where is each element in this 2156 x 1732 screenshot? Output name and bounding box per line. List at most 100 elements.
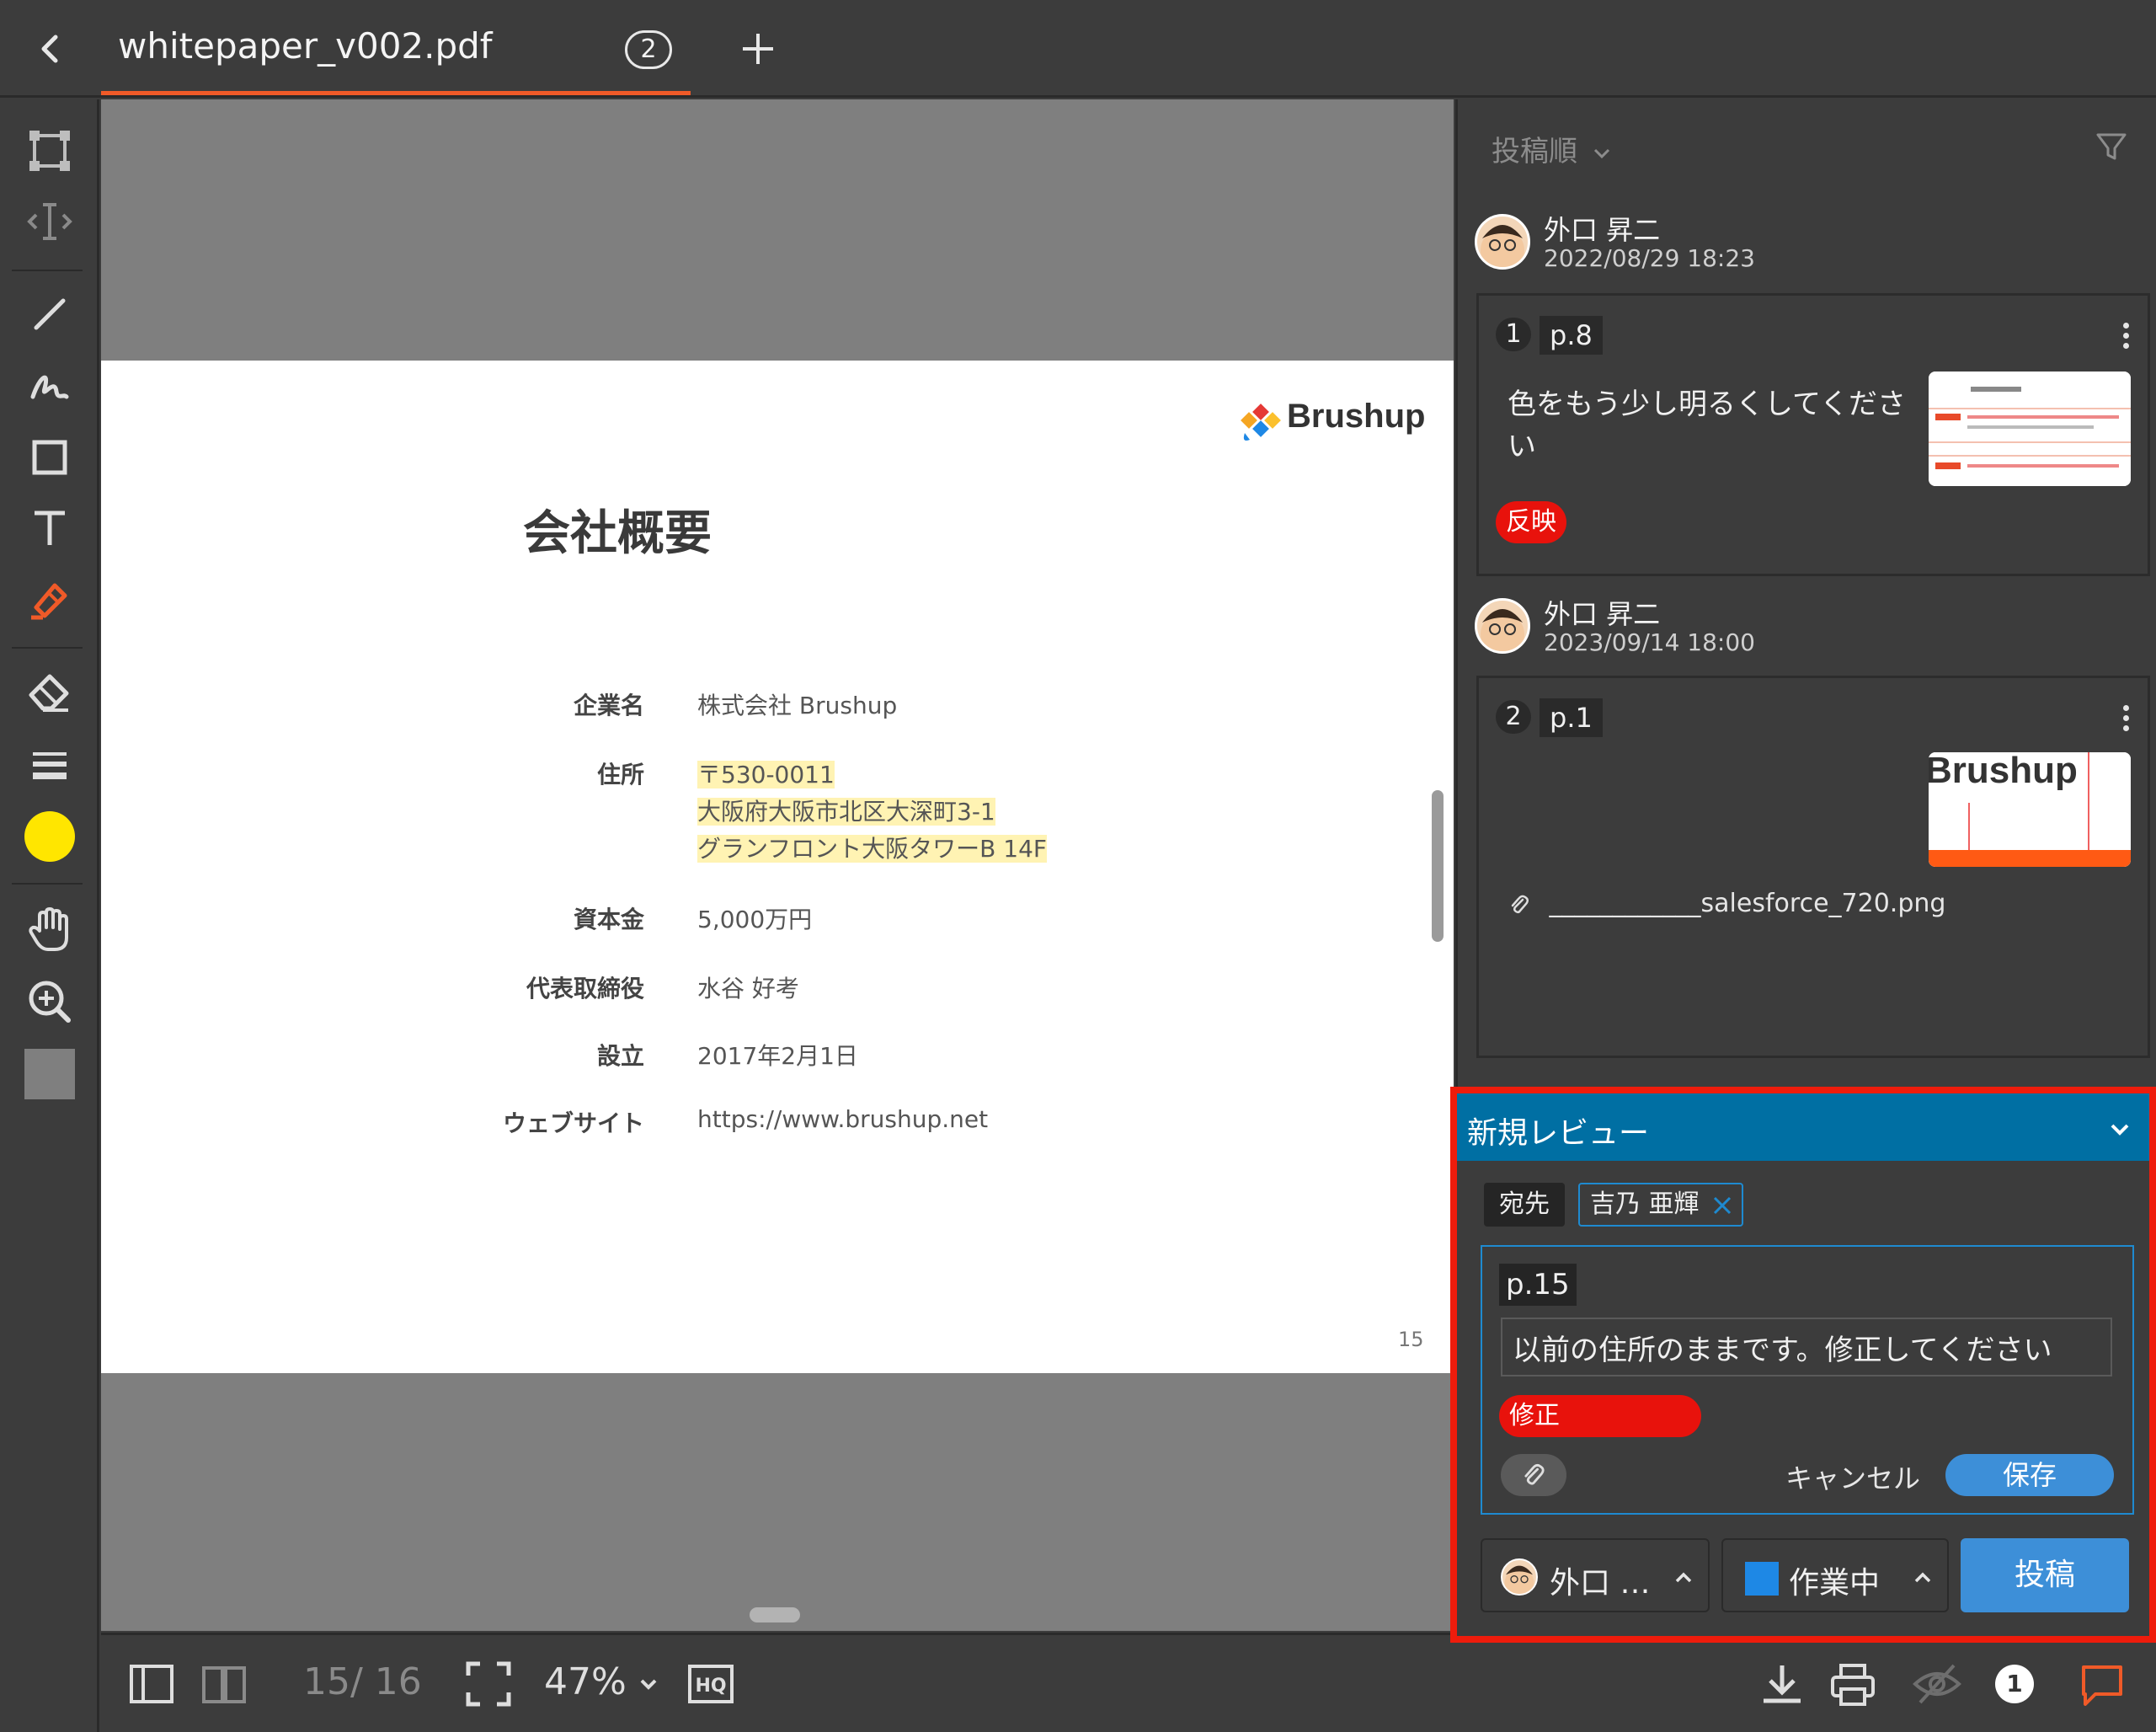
hq-label: HQ [695,1676,726,1697]
avatar [1475,214,1530,270]
text-tool-icon[interactable] [20,499,79,558]
brushup-logo: Brushup [1238,394,1426,445]
line-tool-icon[interactable] [20,285,79,344]
review-page-badge[interactable]: p.15 [1499,1264,1577,1306]
paperclip-icon [1511,895,1529,913]
info-label: 資本金 [573,906,644,933]
add-tab-icon[interactable] [734,25,782,72]
vertical-scrollbar[interactable] [1432,790,1444,942]
zoom-level[interactable]: 47% [544,1660,627,1703]
notification-count: 1 [2006,1670,2022,1697]
review-status-select[interactable]: 修正 [1499,1395,1701,1437]
info-label: 住所 [596,761,644,788]
hand-pan-icon[interactable] [20,900,79,959]
attachment-link[interactable]: ____________salesforce_720.png [1508,889,1945,918]
attachment-filename: ____________salesforce_720.png [1549,889,1946,918]
eraser-icon[interactable] [20,662,79,721]
comment-thumbnail[interactable] [1929,372,2131,486]
chevron-down-icon[interactable] [632,1659,665,1709]
back-icon[interactable] [25,24,76,74]
document-viewer[interactable]: Brushup 会社概要 企業名 株式会社 Brushup 住所 〒530-00… [101,99,1454,1631]
toolbar-divider [12,270,83,271]
comment-thumbnail[interactable]: Brushup [1929,752,2131,867]
more-options-icon[interactable] [2121,323,2131,353]
page-number: 15 [1398,1328,1424,1351]
toolbar-divider [12,647,83,649]
cancel-button[interactable]: キャンセル [1785,1457,1920,1496]
avatar [1475,598,1530,654]
author-select-label: 外口 … [1550,1566,1651,1601]
logo-wordmark: Brushup [1287,398,1426,435]
work-state-select[interactable]: 作業中 [1721,1538,1949,1612]
post-button[interactable]: 投稿 [1961,1538,2129,1612]
review-header[interactable]: 新規レビュー [1457,1093,2149,1161]
stroke-width-icon[interactable] [20,735,79,794]
print-icon[interactable] [1828,1659,1878,1709]
sort-label: 投稿順 [1492,135,1577,168]
info-value: https://www.brushup.net [697,1105,989,1133]
avatar [1501,1558,1538,1596]
recipient-chip[interactable]: 吉乃 亜輝 [1578,1183,1743,1227]
spread-view-icon[interactable] [199,1659,249,1709]
comment-number: 2 [1496,700,1531,734]
freehand-pen-icon[interactable] [20,355,79,414]
fullscreen-icon[interactable] [463,1659,514,1709]
recipient-label: 宛先 [1484,1183,1565,1227]
rectangle-tool-icon[interactable] [20,428,79,487]
info-label: 代表取締役 [526,975,644,1002]
pen-color-swatch[interactable] [20,807,79,866]
highlighted-text[interactable]: グランフロント大阪タワーB 14F [697,835,1048,863]
pdf-page[interactable]: Brushup 会社概要 企業名 株式会社 Brushup 住所 〒530-00… [101,361,1454,1373]
comment-text: 色をもう少し明るくしてください [1508,388,1906,463]
document-tab[interactable]: whitepaper_v002.pdf 2 [101,0,691,96]
thumbnail-text: Brushup [1929,752,2078,791]
highlighter-icon[interactable] [20,569,79,628]
tab-title: whitepaper_v002.pdf [118,25,493,67]
recipient-name: 吉乃 亜輝 [1590,1189,1700,1219]
text-select-icon[interactable] [20,192,79,251]
attach-file-button[interactable] [1501,1454,1566,1496]
highlighted-text[interactable]: 〒530-0011 [697,761,835,788]
chevron-up-icon [1675,1572,1692,1583]
sort-dropdown[interactable]: 投稿順 [1492,128,1612,169]
review-comment-input[interactable] [1501,1318,2112,1377]
review-editor: p.15 修正 キャンセル 保存 [1481,1245,2134,1515]
select-area-icon[interactable] [20,121,79,180]
hq-toggle-icon[interactable]: HQ [686,1659,736,1709]
comment-page[interactable]: p.8 [1540,316,1603,355]
comment-date: 2023/09/14 18:00 [1544,628,1755,656]
highlighted-text[interactable]: 大阪府大阪市北区大深町3-1 [697,798,995,826]
download-icon[interactable] [1757,1659,1807,1709]
pan-handle[interactable] [750,1607,800,1622]
info-label: 企業名 [573,692,644,719]
comment-card[interactable]: 1 p.8 色をもう少し明るくしてください 反映 [1476,293,2150,576]
zoom-in-icon[interactable] [20,972,79,1031]
more-options-icon[interactable] [2121,705,2131,735]
comment-date: 2022/08/29 18:23 [1544,244,1755,272]
tab-version-badge: 2 [625,30,672,69]
page-background-swatch[interactable] [20,1045,79,1104]
info-label: ウェブサイト [502,1109,644,1137]
tab-active-indicator [101,91,691,95]
comment-author: 外口 昇二 2023/09/14 18:00 [1475,598,2132,674]
save-button[interactable]: 保存 [1945,1454,2114,1496]
comment-page[interactable]: p.1 [1540,698,1603,737]
notification-badge[interactable]: 1 [1989,1659,2040,1709]
comment-card[interactable]: 2 p.1 Brushup ____________salesforce_720… [1476,676,2150,1058]
filter-icon[interactable] [2095,130,2128,163]
state-label: 作業中 [1789,1566,1881,1601]
hide-annotations-icon[interactable] [1912,1659,1962,1709]
sidebar-toggle-icon[interactable] [126,1659,177,1709]
comment-author: 外口 昇二 2022/08/29 18:23 [1475,214,2132,290]
info-label: 設立 [596,1042,644,1070]
left-toolbar [0,99,99,1732]
new-review-form: 新規レビュー 宛先 吉乃 亜輝 p.15 修正 キャンセル 保存 外口 … 作業… [1450,1087,2156,1643]
author-select[interactable]: 外口 … [1481,1538,1710,1612]
close-icon[interactable] [1711,1195,1733,1216]
chevron-down-icon[interactable] [2107,1117,2132,1142]
page-counter[interactable]: 15/ 16 [303,1660,422,1703]
comment-number: 1 [1496,318,1531,351]
comments-panel-icon[interactable] [2077,1659,2127,1709]
status-badge[interactable]: 反映 [1496,501,1566,543]
review-title: 新規レビュー [1467,1116,1650,1151]
